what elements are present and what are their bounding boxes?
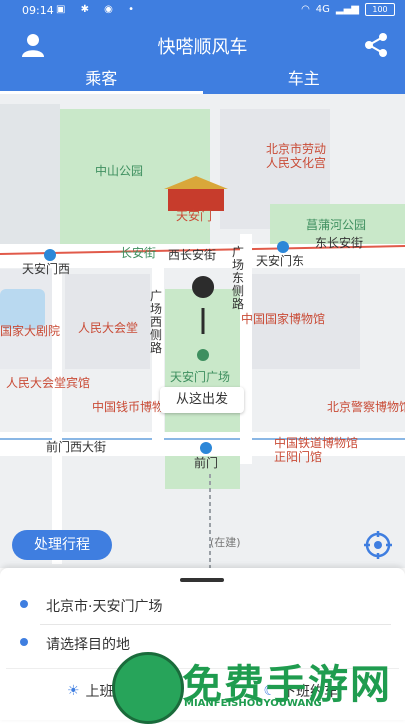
label-zhongshan-park: 中山公园 [95,162,143,179]
label-tiananmen: 天安门 [176,207,212,224]
divider [40,624,391,625]
label-national-museum: 中国国家博物馆 [241,310,325,327]
destination-field[interactable]: 请选择目的地 [46,634,130,654]
wifi-icon: ◠ [301,4,310,15]
label-qianmen: 前门 [194,454,218,471]
network-label: 4G [316,4,330,15]
signal-icon: ▂▄▆ [336,4,359,15]
label-tiananmen-west: 天安门西 [22,260,70,277]
label-square-east-road: 广场东侧路 [232,246,246,311]
label-changpuhe-park: 菖蒲河公园 [306,216,366,233]
start-here-callout[interactable]: 从这出发 [160,387,244,413]
label-qianmen-west: 前门西大街 [46,438,106,455]
subway-icon [200,442,212,454]
watermark: 免费手游网 MIANFEISHOUYOUWANG [112,652,402,720]
label-square-west-road: 广场西侧路 [150,290,164,355]
sheet-handle[interactable] [180,578,224,582]
origin-dot [20,600,28,608]
map-canvas [0,94,405,568]
status-bar: 09:14 ▣ ✱ ◉ • ◠ 4G ▂▄▆ 100 [0,0,405,22]
label-railway-museum: 中国铁道博物馆正阳门馆 [274,436,358,464]
tab-passenger[interactable]: 乘客 [0,68,203,94]
label-great-hall-hotel: 人民大会堂宾馆 [6,374,90,391]
notification-icons: ▣ ✱ ◉ • [56,4,140,15]
app-bar: 快嗒顺风车 [0,22,405,68]
battery-icon: 100 [365,3,395,16]
label-changan-street: 长安街 [120,244,156,261]
label-police-museum: 北京警察博物馆 [327,398,405,415]
map-view[interactable]: 中山公园 北京市劳动人民文化宫 天安门 菖蒲河公园 长安街 西长安街 东长安街 … [0,94,405,568]
label-east-changan: 东长安街 [315,234,363,251]
watermark-subtitle: MIANFEISHOUYOUWANG [184,698,322,709]
origin-field[interactable]: 北京市·天安门广场 [46,596,162,616]
pin-icon [192,276,214,298]
road-small [52,264,62,564]
status-time: 09:14 [22,4,54,17]
label-great-hall: 人民大会堂 [78,319,138,336]
label-tiananmen-square: 天安门广场 [170,368,230,385]
label-workers-palace: 北京市劳动人民文化宫 [266,142,336,170]
watermark-logo [112,652,184,724]
label-under-construction: (在建) [210,534,241,550]
label-tiananmen-east: 天安门东 [256,252,304,269]
sun-icon: ☀ [67,683,80,699]
destination-dot [20,638,28,646]
tab-driver[interactable]: 车主 [203,68,405,94]
label-grand-theater: 国家大剧院 [0,322,60,339]
process-trip-button[interactable]: 处理行程 [12,530,112,560]
role-tabs: 乘客 车主 [0,68,405,94]
block [0,104,60,244]
share-icon[interactable] [361,30,391,60]
label-west-changan: 西长安街 [168,246,216,263]
location-dot [197,349,209,361]
status-indicators: ◠ 4G ▂▄▆ 100 [301,3,395,16]
app-title: 快嗒顺风车 [0,33,405,59]
locate-icon[interactable] [363,530,393,560]
